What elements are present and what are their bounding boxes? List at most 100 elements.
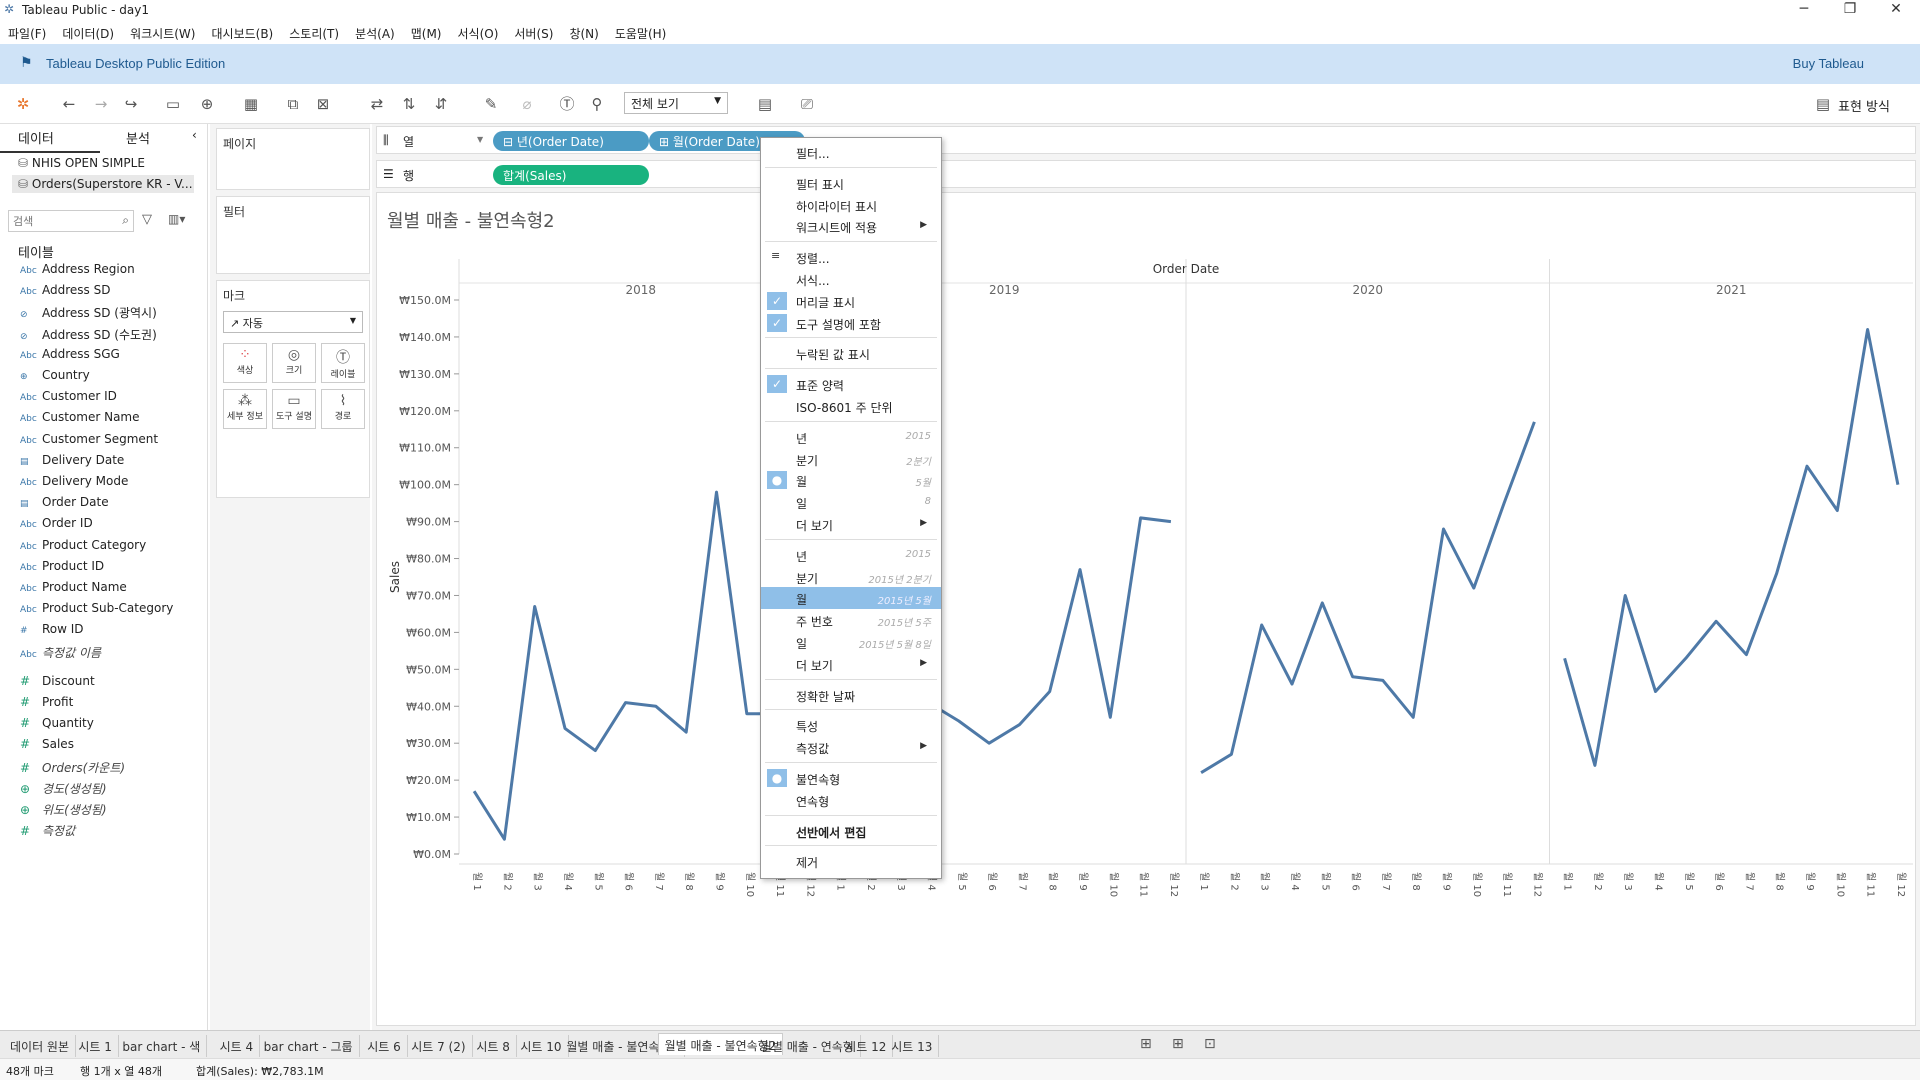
size-mark-button[interactable]: ◎ 크기: [272, 343, 316, 383]
save-icon[interactable]: ▭: [162, 94, 184, 114]
new-dashboard-icon[interactable]: ⊞: [1172, 1036, 1184, 1052]
context-menu-item[interactable]: 워크시트에 적용 ▶: [761, 215, 941, 237]
sheet-tab[interactable]: 시트 4: [214, 1035, 261, 1057]
context-menu-item[interactable]: 필터 표시: [761, 172, 941, 194]
context-menu-item[interactable]: 제거: [761, 850, 941, 872]
line-chart[interactable]: Order DateSales₩0.0M₩10.0M₩20.0M₩30.0M₩4…: [377, 193, 1915, 1025]
dimension-field[interactable]: Abc Product ID: [20, 559, 206, 580]
sheet-tab[interactable]: 시트 7 (2): [405, 1035, 473, 1057]
sheet-tab[interactable]: bar chart - 그룹: [258, 1035, 360, 1057]
dimension-field[interactable]: Abc Product Name: [20, 580, 206, 601]
sort-ascending-icon[interactable]: ⇅: [398, 94, 420, 114]
new-worksheet-icon[interactable]: ⊞: [1140, 1036, 1152, 1052]
dimension-field[interactable]: ⊕ Country: [20, 368, 206, 389]
sheet-tab[interactable]: 시트 1: [72, 1035, 119, 1057]
highlight-icon[interactable]: ✎: [480, 94, 502, 114]
context-menu-item[interactable]: 서식...: [761, 268, 941, 290]
buy-tableau-link[interactable]: Buy Tableau: [1793, 56, 1864, 71]
tab-analysis[interactable]: 분석: [126, 128, 150, 152]
context-menu-item[interactable]: ISO-8601 주 단위: [761, 395, 941, 417]
tab-data-source[interactable]: 데이터 원본: [4, 1035, 77, 1057]
tooltip-mark-button[interactable]: ▭ 도구 설명: [272, 389, 316, 429]
dimension-field[interactable]: Abc 측정값 이름: [20, 644, 206, 665]
color-mark-button[interactable]: ⁘ 색상: [223, 343, 267, 383]
dimension-field[interactable]: Abc Customer Segment: [20, 432, 206, 453]
series-line-2021[interactable]: [1563, 328, 1900, 767]
context-menu-item[interactable]: 일 2015년 5월 8일: [761, 631, 941, 653]
menu-item-6[interactable]: 맵(M): [403, 22, 450, 45]
context-menu-item[interactable]: 분기 2분기: [761, 448, 941, 470]
sheet-tab[interactable]: 시트 13: [885, 1035, 940, 1057]
fix-axes-icon[interactable]: ⚲: [586, 94, 608, 114]
close-icon[interactable]: ✕: [1876, 1, 1916, 17]
context-menu-item[interactable]: 정확한 날짜: [761, 684, 941, 706]
context-menu-item[interactable]: 연속형: [761, 789, 941, 811]
search-input[interactable]: [9, 211, 109, 231]
context-menu-item[interactable]: 더 보기 ▶: [761, 653, 941, 675]
menu-item-2[interactable]: 워크시트(W): [122, 22, 203, 45]
filter-icon[interactable]: ▽: [142, 212, 152, 227]
dimension-field[interactable]: Abc Address SD: [20, 283, 206, 304]
tableau-start-icon[interactable]: ✲: [12, 94, 34, 114]
new-story-icon[interactable]: ⊡: [1204, 1036, 1216, 1052]
menu-item-0[interactable]: 파일(F): [0, 22, 54, 45]
measure-field[interactable]: # Quantity: [20, 716, 206, 737]
pages-card[interactable]: 페이지: [216, 128, 370, 190]
menu-item-5[interactable]: 분석(A): [347, 22, 403, 45]
context-menu-item[interactable]: ✓ 표준 양력: [761, 373, 941, 395]
clear-sheet-icon[interactable]: ⊠: [312, 94, 334, 114]
measure-field[interactable]: # Sales: [20, 737, 206, 758]
context-menu-item[interactable]: ✓ 머리글 표시: [761, 290, 941, 312]
path-mark-button[interactable]: ⌇ 경로: [321, 389, 365, 429]
context-menu-item[interactable]: ● 불연속형: [761, 767, 941, 789]
measure-field[interactable]: ⊕ 위도(생성됨): [20, 801, 206, 822]
dimension-field[interactable]: Abc Delivery Mode: [20, 474, 206, 495]
tab-data[interactable]: 데이터: [18, 128, 54, 152]
context-menu-item[interactable]: 더 보기 ▶: [761, 513, 941, 535]
label-mark-button[interactable]: Ⓣ 레이블: [321, 343, 365, 383]
minimize-icon[interactable]: ─: [1784, 1, 1824, 17]
show-me-button[interactable]: 표현 방식: [1838, 96, 1890, 115]
sheet-tab[interactable]: 시트 6: [361, 1035, 408, 1057]
dimension-field[interactable]: Abc Product Category: [20, 538, 206, 559]
presentation-icon[interactable]: ⎚: [796, 94, 818, 114]
detail-mark-button[interactable]: ⁂ 세부 정보: [223, 389, 267, 429]
label-icon[interactable]: Ⓣ: [556, 94, 578, 114]
context-menu-item[interactable]: 년 2015: [761, 544, 941, 566]
mark-type-select[interactable]: ↗ 자동 ▼: [223, 311, 363, 333]
replay-icon[interactable]: ↪: [120, 94, 142, 114]
undo-icon[interactable]: ←: [58, 94, 80, 114]
sheet-tab[interactable]: 시트 8: [470, 1035, 517, 1057]
context-menu-item[interactable]: 누락된 값 표시: [761, 342, 941, 364]
menu-item-1[interactable]: 데이터(D): [54, 22, 122, 45]
show-me-icon[interactable]: ▤: [1812, 94, 1834, 114]
menu-item-4[interactable]: 스토리(T): [281, 22, 347, 45]
series-line-2018[interactable]: [472, 490, 808, 841]
maximize-icon[interactable]: ❐: [1830, 1, 1870, 17]
context-menu-item[interactable]: ● 월 5월: [761, 469, 941, 491]
context-menu-item[interactable]: 선반에서 편집: [761, 820, 941, 842]
context-menu-item[interactable]: ≡ 정렬...: [761, 246, 941, 268]
group-icon[interactable]: ⌀: [516, 94, 538, 114]
menu-item-10[interactable]: 도움말(H): [607, 22, 675, 45]
duplicate-sheet-icon[interactable]: ⧉: [282, 94, 304, 114]
context-menu-item[interactable]: ✓ 도구 설명에 포함: [761, 312, 941, 334]
sheet-tab[interactable]: bar chart - 색: [116, 1035, 208, 1057]
context-menu-item[interactable]: 필터...: [761, 141, 941, 163]
dimension-field[interactable]: # Row ID: [20, 622, 206, 643]
cards-icon[interactable]: ▤: [754, 94, 776, 114]
view-size-select[interactable]: 전체 보기 ▼: [624, 92, 728, 114]
context-menu-item[interactable]: 분기 2015년 2분기: [761, 566, 941, 588]
sum-sales-pill[interactable]: 합계(Sales): [493, 165, 649, 185]
context-menu-item[interactable]: 일8: [761, 491, 941, 513]
dimension-field[interactable]: ▤ Delivery Date: [20, 453, 206, 474]
measure-field[interactable]: # Orders(카운트): [20, 759, 206, 780]
sort-descending-icon[interactable]: ⇵: [430, 94, 452, 114]
context-menu-item[interactable]: 년 2015: [761, 426, 941, 448]
view-options-icon[interactable]: ▥▾: [168, 212, 185, 226]
menu-item-9[interactable]: 창(N): [561, 22, 606, 45]
collapse-pane-icon[interactable]: ‹: [192, 128, 197, 142]
context-menu-item[interactable]: 특성: [761, 714, 941, 736]
measure-field[interactable]: ⊕ 경도(생성됨): [20, 780, 206, 801]
dimension-field[interactable]: Abc Order ID: [20, 516, 206, 537]
